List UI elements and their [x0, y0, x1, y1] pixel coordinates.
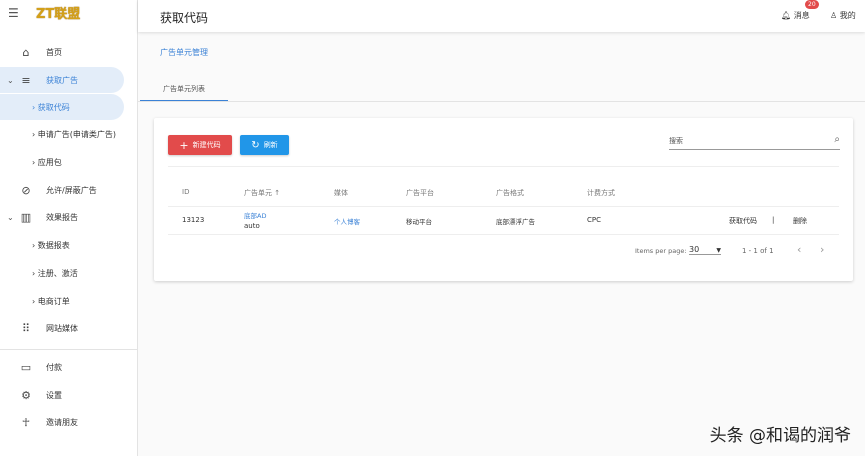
- sidebar-item-label: 首页: [46, 47, 62, 57]
- column-header-media[interactable]: 媒体: [334, 188, 348, 198]
- messages-label: 消息: [793, 11, 810, 20]
- sidebar-item-label: 申请广告(申请类广告): [32, 129, 116, 140]
- sidebar-item-label: 电商订单: [32, 296, 70, 307]
- cell-format: 底部漂浮广告: [496, 218, 535, 226]
- sidebar-item-label: 网站媒体: [46, 323, 78, 333]
- cell-unit-sub: auto: [244, 222, 260, 230]
- sidebar-item-sites[interactable]: ⠿ 网站媒体: [0, 315, 124, 341]
- cell-platform: 移动平台: [406, 218, 432, 226]
- block-icon: ⊘: [21, 183, 31, 197]
- sidebar-item-home[interactable]: ⌂ 首页: [0, 39, 124, 65]
- prev-page-icon[interactable]: ‹: [797, 243, 801, 256]
- cell-unit-name[interactable]: 底部AD: [244, 210, 266, 220]
- sidebar-item-invite[interactable]: ☥ 邀请朋友: [0, 409, 124, 435]
- sidebar-item-label: 获取代码: [32, 102, 70, 113]
- logo: ZT联盟: [36, 7, 81, 22]
- cell-id: 13123: [182, 216, 205, 224]
- column-header-id[interactable]: ID: [182, 188, 189, 196]
- tab-label: 广告单元列表: [163, 85, 205, 93]
- top-bar: 获取代码: [138, 0, 865, 32]
- apps-icon: ⠿: [21, 321, 31, 335]
- items-per-page-value: 30: [689, 245, 700, 254]
- sidebar-item-label: 数据报表: [32, 240, 70, 251]
- sidebar-item-orders[interactable]: 电商订单: [0, 288, 124, 314]
- profile-label: 我的: [839, 11, 856, 20]
- refresh-icon: ↻: [251, 139, 260, 151]
- plus-icon: +: [179, 138, 189, 152]
- divider: [0, 349, 137, 350]
- sidebar-item-label: 获取广告: [46, 75, 78, 85]
- home-icon: ⌂: [22, 45, 30, 59]
- search-icon[interactable]: ⌕: [834, 134, 840, 145]
- sidebar-item-register[interactable]: 注册、激活: [0, 260, 124, 286]
- sidebar-item-get-code[interactable]: 获取代码: [0, 94, 124, 120]
- sidebar-item-apply-ads[interactable]: 申请广告(申请类广告): [0, 121, 124, 147]
- column-header-unit[interactable]: 广告单元 ↑: [244, 188, 280, 198]
- items-per-page-label: Items per page:: [635, 247, 687, 255]
- sidebar-item-label: 邀请朋友: [46, 417, 78, 427]
- chevron-down-icon: ⌄: [7, 212, 14, 222]
- search-placeholder: 搜索: [669, 137, 683, 145]
- sidebar-item-settings[interactable]: ⚙ 设置: [0, 382, 124, 408]
- sidebar-item-label: 付款: [46, 362, 62, 372]
- ad-unit-card: + 新建代码 ↻ 刷新 搜索 ⌕ ID 广告单元 ↑ 媒体 广告平台 广告格式 计费方…: [154, 118, 853, 281]
- sidebar-item-label: 设置: [46, 390, 62, 400]
- sort-icon: ≡: [21, 73, 31, 87]
- sidebar-item-label: 应用包: [32, 157, 62, 168]
- tab-ad-unit-list[interactable]: 广告单元列表: [140, 84, 228, 102]
- bar-chart-icon: ▥: [20, 210, 32, 224]
- sidebar-item-data-report[interactable]: 数据报表: [0, 232, 124, 258]
- gear-icon: ⚙: [21, 388, 31, 402]
- refresh-label: 刷新: [263, 141, 278, 149]
- dropdown-arrow-icon: ▼: [716, 247, 721, 254]
- user-icon: ♙: [830, 11, 838, 20]
- sidebar-item-allow-block[interactable]: ⊘ 允许/屏蔽广告: [0, 177, 124, 203]
- page-title: 获取代码: [160, 11, 209, 25]
- messages-button[interactable]: 🔔︎ 消息: [781, 10, 810, 21]
- divider: [168, 166, 839, 167]
- items-per-page-select[interactable]: 30 ▼: [689, 245, 721, 255]
- new-code-label: 新建代码: [192, 141, 221, 149]
- sidebar-item-label: 效果报告: [46, 212, 78, 222]
- divider: [168, 206, 839, 207]
- watermark: 头条 @和谒的润爷: [709, 426, 851, 446]
- search-input[interactable]: 搜索 ⌕: [669, 134, 840, 150]
- sidebar-item-label: 允许/屏蔽广告: [46, 185, 97, 195]
- column-header-platform[interactable]: 广告平台: [406, 188, 434, 198]
- credit-card-icon: ▭: [20, 360, 32, 374]
- action-separator: |: [772, 216, 775, 224]
- menu-icon[interactable]: ☰: [8, 6, 19, 20]
- breadcrumb[interactable]: 广告单元管理: [160, 47, 208, 58]
- person-icon: ☥: [21, 415, 31, 429]
- sidebar-item-get-ads[interactable]: ⌄ ≡ 获取广告: [0, 67, 124, 93]
- sidebar: ☰ ZT联盟 ⌂ 首页 ⌄ ≡ 获取广告 获取代码 申请广告(申请类广告) 应用包 ⊘…: [0, 0, 138, 456]
- profile-button[interactable]: ♙ 我的: [830, 10, 856, 21]
- refresh-button[interactable]: ↻ 刷新: [240, 135, 289, 155]
- column-header-billing[interactable]: 计费方式: [587, 188, 615, 198]
- cell-media[interactable]: 个人博客: [334, 216, 360, 226]
- delete-link[interactable]: 删除: [793, 216, 807, 226]
- chevron-down-icon: ⌄: [7, 75, 14, 85]
- next-page-icon[interactable]: ›: [820, 243, 824, 256]
- tab-divider: [138, 101, 865, 102]
- divider: [168, 234, 839, 235]
- get-code-link[interactable]: 获取代码: [729, 216, 757, 226]
- bell-icon: 🔔︎: [781, 11, 792, 20]
- new-code-button[interactable]: + 新建代码: [168, 135, 232, 155]
- column-header-format[interactable]: 广告格式: [496, 188, 524, 198]
- cell-billing: CPC: [587, 216, 601, 224]
- page-range: 1 - 1 of 1: [742, 247, 774, 255]
- sidebar-item-label: 注册、激活: [32, 268, 78, 279]
- sidebar-item-reports[interactable]: ⌄ ▥ 效果报告: [0, 204, 124, 230]
- message-badge: 20: [805, 0, 819, 9]
- sidebar-item-app-package[interactable]: 应用包: [0, 149, 124, 175]
- sidebar-item-payment[interactable]: ▭ 付款: [0, 354, 124, 380]
